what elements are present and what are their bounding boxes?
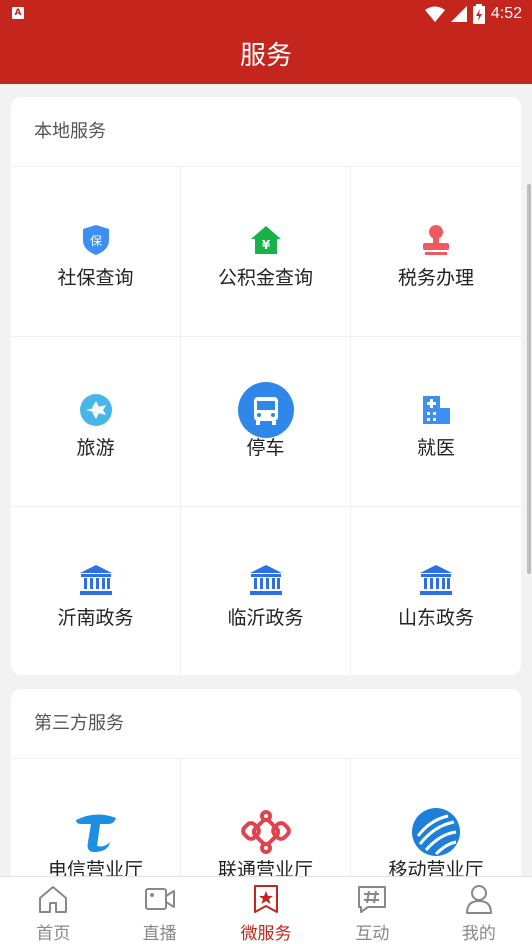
tab-live[interactable]: 直播: [106, 877, 212, 944]
service-label: 税务办理: [397, 267, 474, 289]
service-linyi-government[interactable]: 临沂政务: [181, 507, 351, 675]
tab-mine[interactable]: 我的: [426, 877, 532, 944]
service-label: 公积金查询: [217, 267, 313, 289]
local-services-card: 本地服务 保 社保查询 ¥ 公积金查询 税务办理 旅游 停车 就医 沂南政务 临…: [11, 97, 521, 675]
status-time: 4:52: [490, 5, 522, 22]
user-icon: [465, 885, 492, 914]
hashtag-chat-icon: [358, 886, 387, 913]
government-icon: [67, 551, 125, 609]
service-social-security[interactable]: 保 社保查询: [11, 167, 181, 337]
service-label: 移动营业厅: [388, 859, 484, 876]
stamp-icon: [407, 211, 465, 269]
service-label: 社保查询: [57, 267, 134, 289]
page-title: 服务: [0, 28, 532, 84]
tab-label: 直播: [142, 924, 177, 944]
tab-label: 首页: [36, 924, 71, 944]
plane-icon: [67, 381, 125, 439]
tab-label: 互动: [355, 924, 390, 944]
service-label: 就医: [416, 437, 455, 459]
service-unicom[interactable]: 联通营业厅: [181, 759, 351, 876]
third-party-services-card: 第三方服务 电信营业厅 联通营业厅 移动营业厅: [11, 689, 521, 876]
tab-micro-service[interactable]: 微服务: [213, 877, 319, 944]
tab-interact[interactable]: 互动: [319, 877, 425, 944]
service-shandong-government[interactable]: 山东政务: [351, 507, 521, 675]
status-bar: A 4:52: [0, 0, 532, 28]
hospital-icon: [407, 381, 465, 439]
house-icon-text: ¥: [261, 238, 270, 252]
government-icon: [407, 551, 465, 609]
status-indicators: 4:52: [424, 4, 522, 24]
bus-icon: [237, 381, 295, 439]
china-mobile-icon: [407, 803, 465, 861]
wifi-icon: [424, 6, 445, 22]
shield-icon: 保: [67, 211, 125, 269]
star-bookmark-icon: [254, 885, 279, 913]
service-label: 临沂政务: [227, 607, 304, 629]
service-tax[interactable]: 税务办理: [351, 167, 521, 337]
service-parking[interactable]: 停车: [181, 337, 351, 507]
service-label: 电信营业厅: [47, 859, 143, 876]
signal-icon: [450, 6, 467, 22]
bottom-tab-bar: 首页 直播 微服务 互动 我的: [0, 876, 532, 944]
government-icon: [237, 551, 295, 609]
notification-icon: A: [12, 7, 24, 19]
tab-label: 我的: [461, 924, 496, 944]
video-icon: [144, 888, 175, 910]
third-party-services-heading: 第三方服务: [11, 689, 521, 759]
service-housing-fund[interactable]: ¥ 公积金查询: [181, 167, 351, 337]
service-medical[interactable]: 就医: [351, 337, 521, 507]
scrollbar[interactable]: [527, 184, 531, 574]
local-services-heading: 本地服务: [11, 97, 521, 167]
house-icon: ¥: [237, 211, 295, 269]
service-label: 山东政务: [397, 607, 474, 629]
service-label: 沂南政务: [57, 607, 134, 629]
shield-icon-text: 保: [89, 234, 101, 248]
tab-label: 微服务: [240, 924, 292, 944]
tab-home[interactable]: 首页: [0, 877, 106, 944]
service-telecom[interactable]: 电信营业厅: [11, 759, 181, 876]
battery-charging-icon: [472, 4, 485, 24]
china-telecom-icon: [67, 803, 125, 861]
service-label: 旅游: [76, 437, 115, 459]
service-travel[interactable]: 旅游: [11, 337, 181, 507]
service-mobile[interactable]: 移动营业厅: [351, 759, 521, 876]
services-scroll-area[interactable]: 本地服务 保 社保查询 ¥ 公积金查询 税务办理 旅游 停车 就医 沂南政务 临…: [0, 84, 532, 876]
service-label: 联通营业厅: [217, 859, 313, 876]
service-yinan-government[interactable]: 沂南政务: [11, 507, 181, 675]
home-icon: [39, 886, 68, 913]
china-unicom-icon: [237, 803, 295, 861]
service-label: 停车: [246, 437, 285, 459]
